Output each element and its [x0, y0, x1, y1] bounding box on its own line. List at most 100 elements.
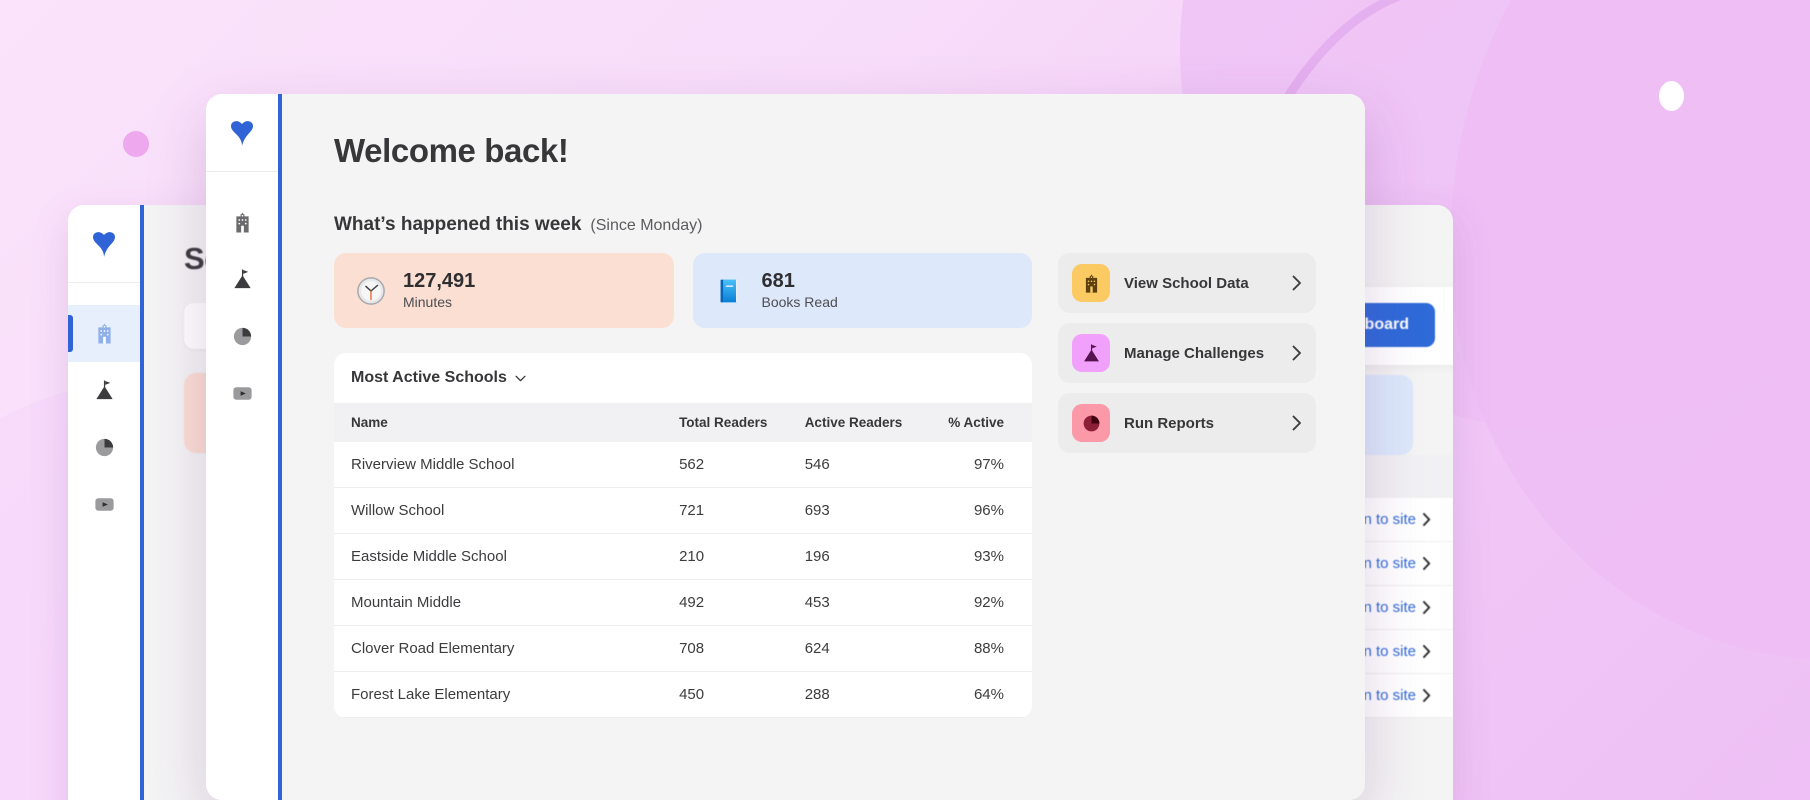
cell-total-readers: 492	[662, 579, 788, 626]
stat-label: Books Read	[761, 293, 838, 310]
table-header-row: Name Total Readers Active Readers % Acti…	[334, 403, 1032, 442]
sidebar-item-reports[interactable]	[206, 308, 278, 365]
mountain-flag-icon	[1083, 343, 1099, 361]
school-building-icon	[235, 212, 249, 233]
week-summary-heading: What’s happened this week (Since Monday)	[334, 214, 1319, 236]
sidebar-item-challenges[interactable]	[68, 362, 140, 419]
chevron-down-icon	[515, 375, 526, 381]
week-summary-title: What’s happened this week	[334, 214, 582, 235]
chevron-right-icon	[1423, 513, 1431, 526]
pie-chart-icon	[95, 438, 113, 457]
cell-pct-active: 64%	[913, 671, 1032, 718]
cell-active-readers: 546	[787, 442, 914, 488]
foreground-window[interactable]: Welcome back! What’s happened this week …	[206, 94, 1365, 800]
school-building-icon	[97, 323, 111, 344]
cell-pct-active: 93%	[913, 533, 1032, 580]
cell-active-readers: 288	[787, 671, 914, 718]
chevron-right-icon	[1423, 557, 1431, 570]
cell-total-readers: 721	[662, 487, 788, 534]
stat-card-row: 127,491 Minutes 681 Books Read	[334, 253, 1032, 328]
sidebar-item-reports[interactable]	[68, 419, 140, 476]
heart-logo-icon	[231, 120, 253, 146]
pie-chart-icon	[233, 327, 251, 346]
table-row[interactable]: Eastside Middle School 210 196 93%	[334, 533, 1032, 580]
cell-pct-active: 96%	[913, 487, 1032, 534]
chevron-right-icon	[1292, 415, 1301, 431]
sidebar-item-schools[interactable]	[206, 194, 278, 251]
decorative-dot-white	[1659, 81, 1684, 111]
cell-school-name: Mountain Middle	[334, 579, 663, 626]
mountain-flag-icon	[233, 269, 251, 289]
cell-school-name: Clover Road Elementary	[334, 625, 663, 672]
table-row[interactable]: Mountain Middle 492 453 92%	[334, 579, 1032, 626]
stat-card-minutes: 127,491 Minutes	[334, 253, 674, 328]
column-header-pct-active[interactable]: % Active	[913, 403, 1032, 442]
action-label: View School Data	[1124, 274, 1249, 292]
stat-card-books-text: 681 Books Read	[762, 270, 838, 311]
stat-value: 681	[761, 269, 795, 292]
page-title: Welcome back!	[334, 132, 569, 169]
foreground-window-content: Welcome back! What’s happened this week …	[282, 94, 1365, 800]
cell-total-readers: 708	[662, 625, 788, 672]
column-header-total-readers[interactable]: Total Readers	[662, 403, 788, 442]
mountain-flag-icon-tile	[1072, 334, 1110, 372]
cell-school-name: Riverview Middle School	[334, 442, 663, 488]
foreground-sidebar-items	[206, 172, 278, 422]
column-header-active-readers[interactable]: Active Readers	[787, 403, 914, 442]
sidebar-item-schools[interactable]	[68, 305, 140, 362]
app-logo[interactable]	[68, 205, 140, 283]
cell-active-readers: 453	[787, 579, 914, 626]
column-header-name[interactable]: Name	[334, 403, 663, 442]
foreground-window-sidebar[interactable]	[206, 94, 282, 800]
most-active-schools-panel: Most Active Schools Name Total Readers A…	[334, 353, 1032, 718]
action-run-reports[interactable]: Run Reports	[1058, 393, 1316, 453]
stat-label: Minutes	[403, 293, 453, 310]
cell-active-readers: 196	[787, 533, 914, 580]
school-building-icon-tile	[1072, 264, 1110, 302]
pie-chart-icon-tile	[1072, 404, 1110, 442]
chevron-right-icon	[1423, 645, 1431, 658]
cell-active-readers: 624	[787, 625, 914, 672]
table-row[interactable]: Forest Lake Elementary 450 288 64%	[334, 671, 1032, 718]
cell-school-name: Willow School	[334, 487, 663, 534]
cell-total-readers: 450	[662, 671, 788, 718]
stat-card-books: 681 Books Read	[692, 253, 1032, 328]
table-row[interactable]: Clover Road Elementary 708 624 88%	[334, 625, 1032, 672]
chevron-right-icon	[1423, 689, 1431, 702]
cell-pct-active: 92%	[913, 579, 1032, 626]
chevron-right-icon	[1292, 345, 1301, 361]
table-row[interactable]: Willow School 721 693 96%	[334, 487, 1032, 534]
panel-header: Most Active Schools	[334, 353, 1032, 403]
stat-value: 127,491	[403, 269, 476, 292]
dashboard-grid: 127,491 Minutes 681 Books Read Most Acti…	[334, 253, 1319, 718]
action-label: Manage Challenges	[1124, 344, 1265, 362]
stat-card-minutes-text: 127,491 Minutes	[403, 270, 475, 311]
play-button-icon	[232, 387, 252, 400]
most-active-schools-dropdown[interactable]: Most Active Schools	[351, 369, 526, 387]
schools-table: Name Total Readers Active Readers % Acti…	[334, 403, 1032, 718]
dashboard-main-column: 127,491 Minutes 681 Books Read Most Acti…	[334, 253, 1032, 718]
schools-table-head: Name Total Readers Active Readers % Acti…	[334, 403, 1032, 442]
panel-title: Most Active Schools	[351, 369, 507, 386]
cell-total-readers: 210	[662, 533, 788, 580]
play-button-icon	[94, 498, 114, 511]
clock-icon	[357, 276, 385, 305]
heart-logo-icon	[93, 231, 115, 257]
desktop-background: Sc Dashboard N M g in to site E	[0, 0, 1810, 800]
table-row[interactable]: Riverview Middle School 562 546 97%	[334, 442, 1032, 488]
cell-active-readers: 693	[787, 487, 914, 534]
mountain-flag-icon	[95, 380, 113, 400]
schools-table-body: Riverview Middle School 562 546 97% Will…	[334, 442, 1032, 718]
sidebar-item-media[interactable]	[206, 365, 278, 422]
pie-chart-icon	[1083, 415, 1099, 431]
action-manage-challenges[interactable]: Manage Challenges	[1058, 323, 1316, 383]
sidebar-item-media[interactable]	[68, 476, 140, 533]
sidebar-item-challenges[interactable]	[206, 251, 278, 308]
action-view-school-data[interactable]: View School Data	[1058, 253, 1316, 313]
cell-total-readers: 562	[662, 442, 788, 488]
background-window-sidebar[interactable]	[68, 205, 144, 800]
cell-school-name: Forest Lake Elementary	[334, 671, 663, 718]
app-logo[interactable]	[206, 94, 278, 172]
cell-pct-active: 88%	[913, 625, 1032, 672]
cell-pct-active: 97%	[913, 442, 1032, 488]
